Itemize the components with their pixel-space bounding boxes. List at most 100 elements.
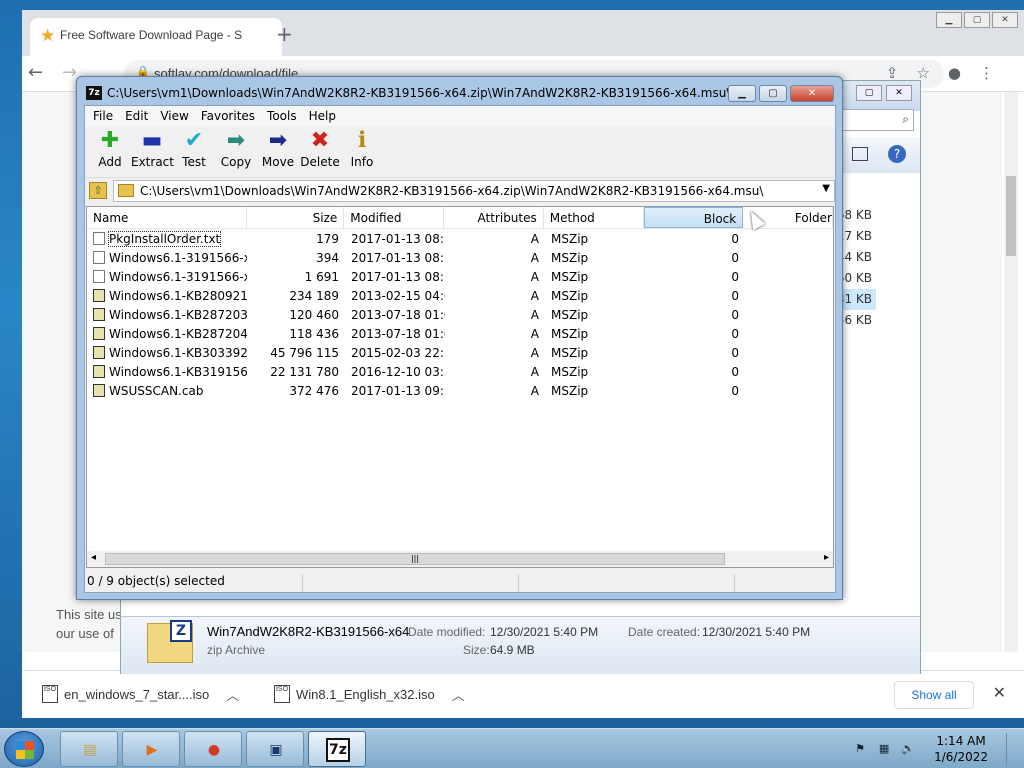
cell-size: 120 460 [289, 308, 339, 322]
cell-attr: A [530, 346, 539, 360]
taskbar-chrome-button[interactable]: ● [184, 731, 242, 767]
scroll-right-icon[interactable]: ▸ [824, 552, 829, 563]
table-row[interactable]: Windows6.1-KB3033929... 45 796 115 2015-02… [87, 343, 833, 362]
cell-method: MSZip [551, 384, 589, 398]
close-icon[interactable]: ✕ [886, 85, 912, 101]
horizontal-scrollbar[interactable]: ◂ ||| ▸ [87, 551, 833, 567]
cell-size: 372 476 [289, 384, 339, 398]
action-center-icon[interactable]: ⚑ [852, 742, 868, 756]
delete-button[interactable]: ✖ Delete [299, 126, 341, 177]
info-button[interactable]: ℹ Info [341, 126, 383, 177]
chevron-up-icon[interactable]: ︿ [226, 685, 239, 704]
sevenzip-client: File Edit View Favorites Tools Help ✚ Add ▬ Extr… [84, 105, 836, 593]
up-folder-icon[interactable]: ⇧ [89, 182, 107, 199]
table-row[interactable]: Windows6.1-3191566-x6... 394 2017-01-13 08… [87, 248, 833, 267]
minimize-icon[interactable]: ▁ [728, 85, 756, 102]
maximize-icon[interactable]: ▢ [759, 85, 787, 102]
menu-tools[interactable]: Tools [261, 106, 303, 126]
add-button[interactable]: ✚ Add [89, 126, 131, 177]
page-scrollbar[interactable] [1004, 92, 1018, 652]
help-icon[interactable]: ? [888, 145, 906, 163]
virtualbox-icon: ▣ [269, 742, 283, 758]
close-icon[interactable]: ✕ [992, 12, 1018, 28]
cell-block: 0 [731, 289, 739, 303]
cell-size: 22 131 780 [270, 365, 339, 379]
column-header-modified[interactable]: Modified [344, 207, 445, 228]
menu-icon[interactable]: ⋮ [979, 64, 994, 82]
path-text: C:\Users\vm1\Downloads\Win7AndW2K8R2-KB3… [140, 184, 764, 198]
move-button[interactable]: ➡ Move [257, 126, 299, 177]
clock[interactable]: 1:14 AM 1/6/2022 [924, 733, 998, 765]
menu-favorites[interactable]: Favorites [195, 106, 261, 126]
taskbar-explorer-button[interactable]: ▤ [60, 731, 118, 767]
column-header-attributes[interactable]: Attributes [444, 207, 544, 228]
cell-block: 0 [731, 251, 739, 265]
status-segment [519, 574, 735, 592]
table-row[interactable]: Windows6.1-KB2809215... 234 189 2013-02-15… [87, 286, 833, 305]
cell-modified: 2017-01-13 08:12 [351, 251, 445, 265]
maximize-icon[interactable]: ▢ [964, 12, 990, 28]
menu-help[interactable]: Help [303, 106, 342, 126]
chevron-up-icon[interactable]: ︿ [452, 685, 465, 704]
folder-icon [118, 184, 134, 197]
cell-method: MSZip [551, 232, 589, 246]
extract-button[interactable]: ▬ Extract [131, 126, 174, 177]
download-item[interactable]: ISO en_windows_7_star....iso ︿ [32, 681, 239, 709]
cell-modified: 2013-07-18 01:02 [351, 327, 445, 341]
file-name: Windows6.1-3191566-x6... [109, 270, 247, 284]
new-tab-button[interactable]: + [276, 22, 293, 46]
scrollbar-thumb[interactable] [1006, 176, 1016, 256]
table-row[interactable]: WSUSSCAN.cab 372 476 2017-01-13 09:39 A MSZi… [87, 381, 833, 400]
copy-button[interactable]: ➡ Copy [215, 126, 257, 177]
cab-file-icon [93, 365, 105, 378]
browser-tab[interactable]: ★ Free Software Download Page - S [30, 18, 282, 56]
column-header-name[interactable]: Name [87, 207, 247, 228]
download-item[interactable]: ISO Win8.1_English_x32.iso ︿ [264, 681, 465, 709]
volume-icon[interactable]: 🔈 [900, 742, 916, 756]
tool-label: Extract [131, 155, 174, 169]
start-button[interactable] [4, 731, 44, 767]
cookie-note: This site us our use of [56, 605, 122, 643]
column-header-block[interactable]: Block [643, 207, 744, 228]
show-desktop-button[interactable] [1006, 733, 1018, 765]
sevenzip-window-controls: ▁ ▢ ✕ [728, 85, 834, 102]
cell-size: 394 [316, 251, 339, 265]
close-icon[interactable]: ✕ [790, 85, 834, 102]
cell-modified: 2013-02-15 04:06 [351, 289, 445, 303]
system-tray: ⚑ ▦ 🔈 1:14 AM 1/6/2022 [852, 733, 1018, 765]
taskbar-virtualbox-button[interactable]: ▣ [246, 731, 304, 767]
menu-edit[interactable]: Edit [119, 106, 154, 126]
table-row[interactable]: PkgInstallOrder.txt 179 2017-01-13 08:12 AM… [87, 229, 833, 248]
profile-icon[interactable]: ● [948, 64, 961, 82]
table-row[interactable]: Windows6.1-KB2872035... 120 460 2013-07-18… [87, 305, 833, 324]
scroll-left-icon[interactable]: ◂ [91, 552, 96, 563]
cell-name: Windows6.1-KB3191566... [87, 362, 247, 381]
column-header-size[interactable]: Size [247, 207, 345, 228]
menu-bar: File Edit View Favorites Tools Help [85, 106, 835, 126]
close-shelf-icon[interactable]: ✕ [993, 683, 1006, 702]
dropdown-arrow-icon[interactable]: ▼ [822, 183, 830, 194]
table-row[interactable]: Windows6.1-KB2872047... 118 436 2013-07-18… [87, 324, 833, 343]
table-row[interactable]: Windows6.1-3191566-x6... 1 691 2017-01-13 … [87, 267, 833, 286]
back-icon[interactable]: ← [28, 62, 43, 83]
text-file-icon [93, 232, 105, 245]
menu-file[interactable]: File [87, 106, 119, 126]
cell-size: 179 [316, 232, 339, 246]
menu-view[interactable]: View [154, 106, 194, 126]
forward-icon[interactable]: → [62, 62, 77, 83]
maximize-icon[interactable]: ▢ [856, 85, 882, 101]
scrollbar-thumb[interactable]: ||| [105, 553, 725, 565]
column-header-method[interactable]: Method [544, 207, 644, 228]
preview-pane-icon[interactable] [852, 147, 868, 161]
show-all-button[interactable]: Show all [894, 681, 974, 709]
iso-file-icon: ISO [42, 685, 58, 703]
path-combobox[interactable]: C:\Users\vm1\Downloads\Win7AndW2K8R2-KB3… [113, 180, 835, 202]
network-icon[interactable]: ▦ [876, 742, 892, 756]
iso-file-icon: ISO [274, 685, 290, 703]
taskbar-7zip-button[interactable]: 7z [308, 731, 366, 767]
text-file-icon [93, 270, 105, 283]
test-button[interactable]: ✔ Test [173, 126, 215, 177]
taskbar-media-player-button[interactable]: ▶ [122, 731, 180, 767]
table-row[interactable]: Windows6.1-KB3191566... 22 131 780 2016-12… [87, 362, 833, 381]
minimize-icon[interactable]: ▁ [936, 12, 962, 28]
